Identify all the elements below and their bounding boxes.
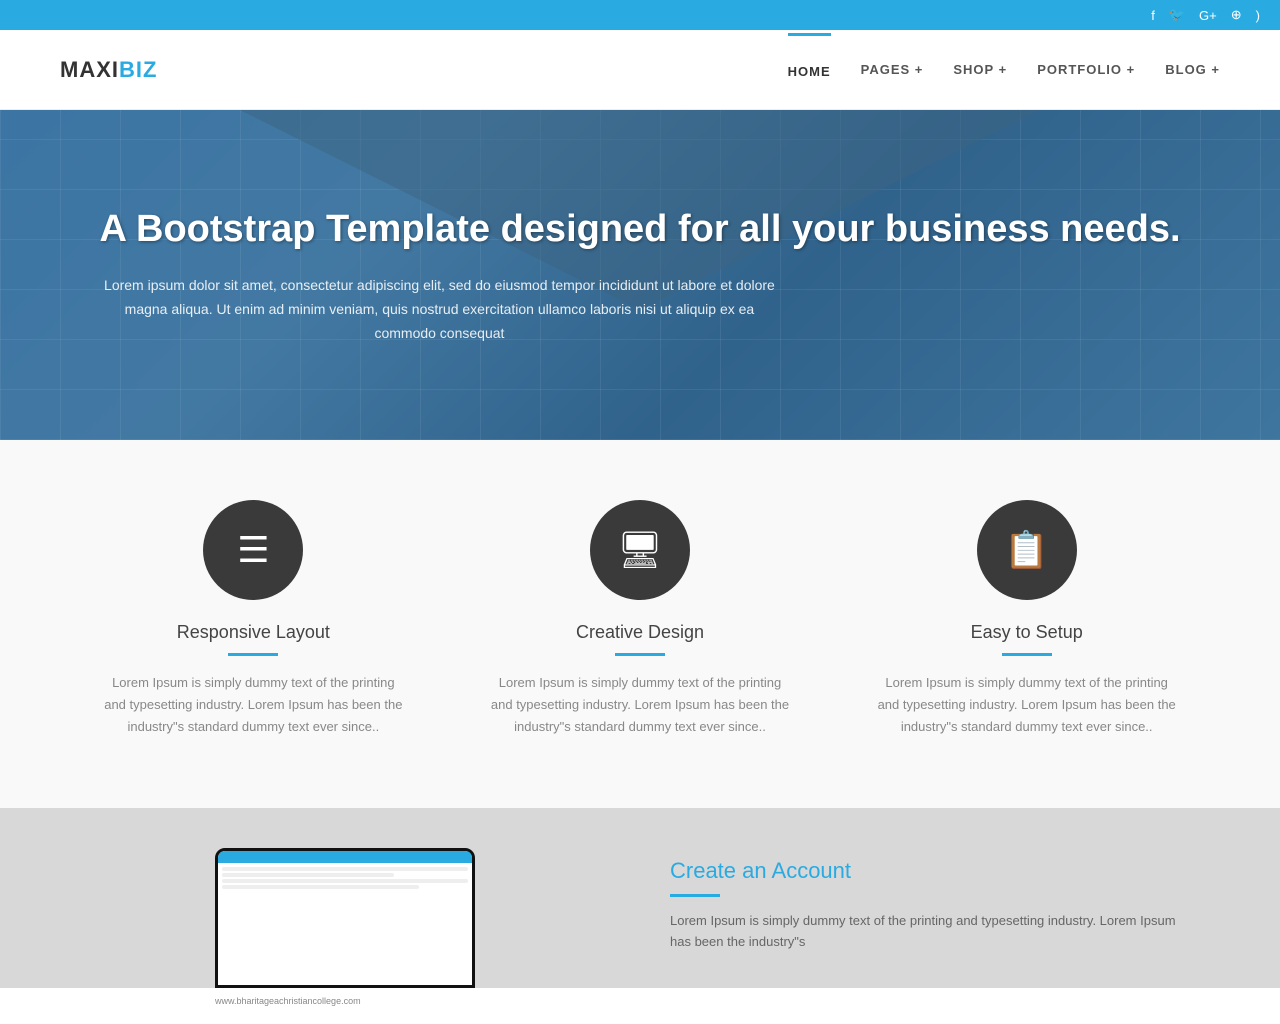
feature-setup-divider <box>1002 653 1052 656</box>
bottom-heading: Create an Account <box>670 858 1200 884</box>
tablet-mockup <box>215 848 475 988</box>
dribbble-icon[interactable]: ⊕ <box>1231 7 1242 23</box>
nav-portfolio[interactable]: PORTFOLIO + <box>1037 34 1135 105</box>
setup-icon: 📋 <box>977 500 1077 600</box>
tablet-url: www.bharitageachristiancollege.com <box>215 996 361 1006</box>
nav-shop[interactable]: SHOP + <box>953 34 1007 105</box>
hero-section: A Bootstrap Template designed for all yo… <box>0 110 1280 440</box>
hero-description: Lorem ipsum dolor sit amet, consectetur … <box>99 274 779 345</box>
nav-home[interactable]: HOME <box>788 33 831 107</box>
bottom-divider <box>670 894 720 897</box>
tablet-topbar <box>218 851 472 863</box>
tablet-line-2 <box>222 873 394 877</box>
tablet-line-3 <box>222 879 468 883</box>
feature-creative-desc: Lorem Ipsum is simply dummy text of the … <box>490 672 790 738</box>
google-plus-icon[interactable]: G+ <box>1199 8 1217 23</box>
bottom-description: Lorem Ipsum is simply dummy text of the … <box>670 911 1200 953</box>
feature-creative: 🖥 Creative Design Lorem Ipsum is simply … <box>467 500 814 738</box>
feature-responsive-title: Responsive Layout <box>177 622 330 643</box>
logo-maxi: MAXI <box>60 57 119 82</box>
nav-pages[interactable]: PAGES + <box>861 34 924 105</box>
feature-responsive-divider <box>228 653 278 656</box>
feature-setup-desc: Lorem Ipsum is simply dummy text of the … <box>877 672 1177 738</box>
hero-title: A Bootstrap Template designed for all yo… <box>99 205 1180 254</box>
feature-creative-title: Creative Design <box>576 622 704 643</box>
responsive-icon: ☰ <box>203 500 303 600</box>
logo-biz: BIZ <box>119 57 157 82</box>
hero-content: A Bootstrap Template designed for all yo… <box>99 205 1180 346</box>
main-nav: HOME PAGES + SHOP + PORTFOLIO + BLOG + <box>788 33 1220 107</box>
feature-setup: 📋 Easy to Setup Lorem Ipsum is simply du… <box>853 500 1200 738</box>
facebook-icon[interactable]: f <box>1151 8 1155 23</box>
twitter-icon[interactable]: 🐦 <box>1169 7 1185 23</box>
tablet-line-4 <box>222 885 419 889</box>
logo: MAXIBIZ <box>60 57 157 83</box>
feature-creative-divider <box>615 653 665 656</box>
feature-responsive-desc: Lorem Ipsum is simply dummy text of the … <box>103 672 403 738</box>
device-mockup-container: www.bharitageachristiancollege.com <box>80 848 610 988</box>
nav-blog[interactable]: BLOG + <box>1165 34 1220 105</box>
top-bar: f 🐦 G+ ⊕ ) <box>0 0 1280 30</box>
tablet-screen <box>218 851 472 985</box>
rss-icon[interactable]: ) <box>1256 8 1260 23</box>
creative-icon: 🖥 <box>590 500 690 600</box>
feature-responsive: ☰ Responsive Layout Lorem Ipsum is simpl… <box>80 500 427 738</box>
features-section: ☰ Responsive Layout Lorem Ipsum is simpl… <box>0 440 1280 808</box>
tablet-content <box>218 863 472 985</box>
bottom-section: www.bharitageachristiancollege.com Creat… <box>0 808 1280 988</box>
tablet-line-1 <box>222 867 468 871</box>
header: MAXIBIZ HOME PAGES + SHOP + PORTFOLIO + … <box>0 30 1280 110</box>
bottom-text-content: Create an Account Lorem Ipsum is simply … <box>670 848 1200 953</box>
feature-setup-title: Easy to Setup <box>971 622 1083 643</box>
